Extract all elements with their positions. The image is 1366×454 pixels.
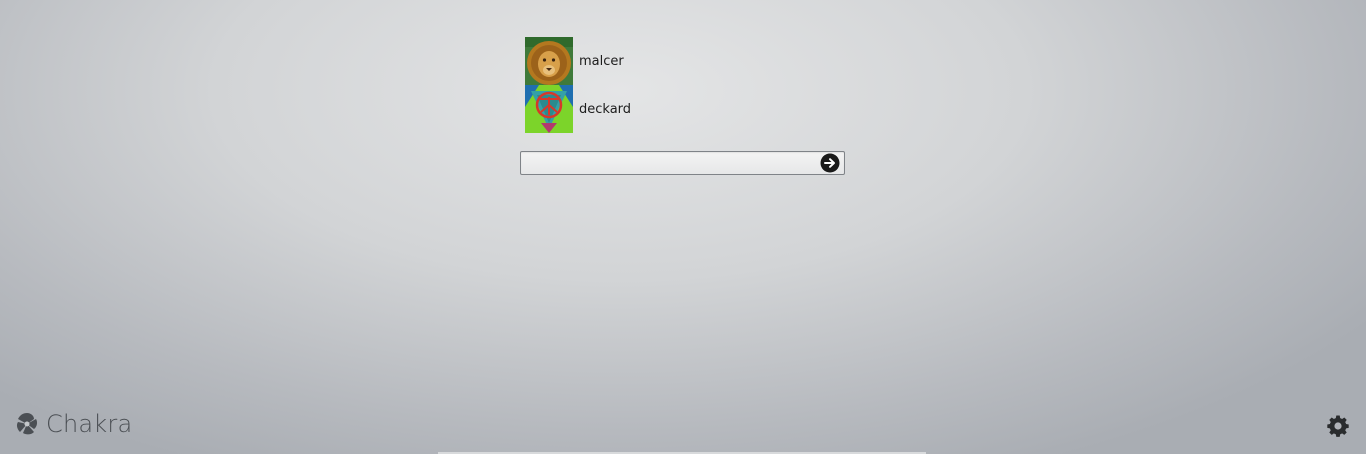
brand: Chakra	[14, 410, 132, 438]
lion-avatar	[525, 37, 573, 85]
user-name: malcer	[579, 53, 624, 69]
user-item-deckard[interactable]: deckard	[525, 85, 825, 133]
password-box	[520, 151, 845, 175]
arrow-right-circle-icon	[820, 153, 840, 173]
settings-button[interactable]	[1326, 414, 1350, 438]
brand-name: Chakra	[46, 410, 133, 438]
password-input[interactable]	[525, 154, 813, 172]
gear-icon	[1327, 415, 1349, 437]
green-emblem-avatar	[525, 85, 573, 133]
login-button[interactable]	[820, 153, 840, 173]
user-item-malcer[interactable]: malcer	[525, 37, 825, 85]
user-list: malcer deckard	[525, 37, 825, 133]
chakra-logo-icon	[16, 413, 38, 435]
user-name: deckard	[579, 101, 632, 117]
